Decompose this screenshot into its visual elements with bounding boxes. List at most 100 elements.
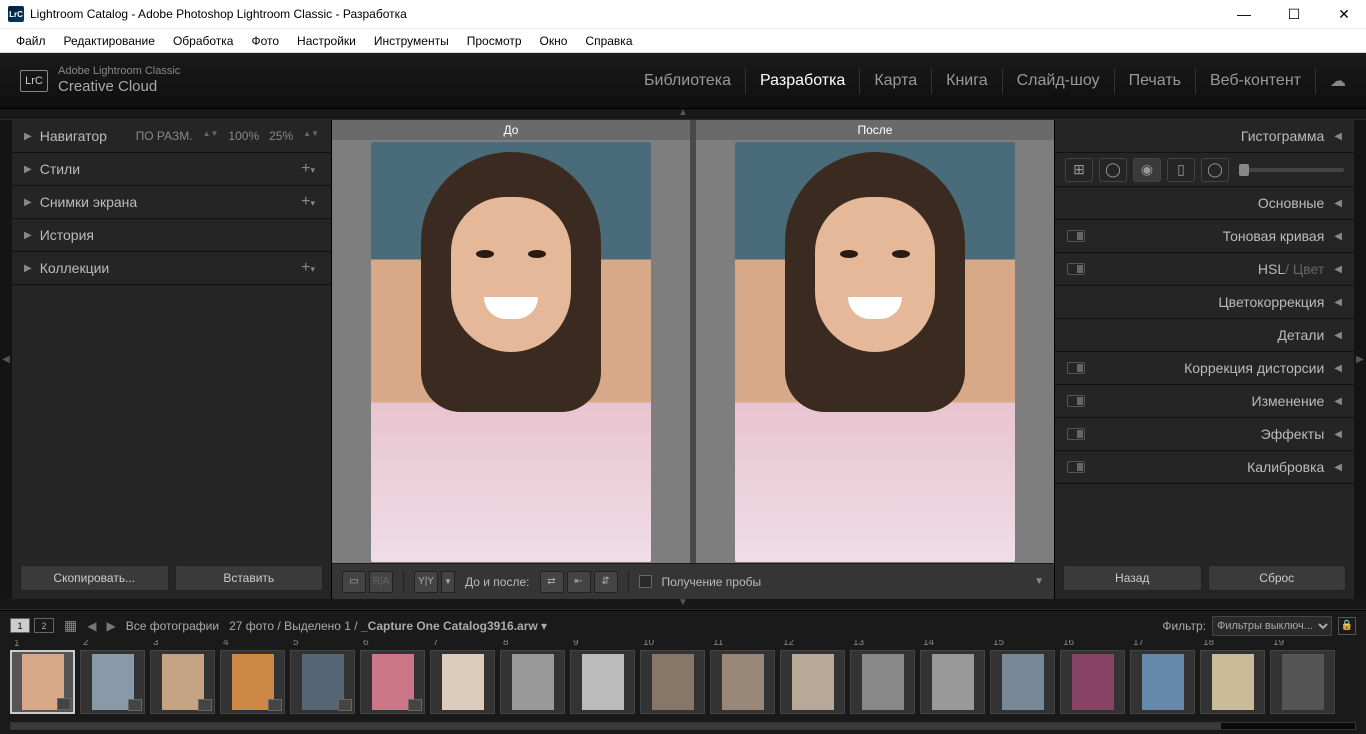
back-button[interactable]: Назад [1063,565,1202,591]
thumbnail[interactable]: 8 [500,650,565,714]
filter-lock-icon[interactable]: 🔒 [1338,617,1356,635]
thumbnail[interactable]: 3 [150,650,215,714]
thumbnail[interactable]: 18 [1200,650,1265,714]
histogram-header[interactable]: Гистограмма ◀ [1055,120,1354,152]
before-after-yy-button[interactable]: Y|Y [414,571,438,593]
thumbnail[interactable]: 19 [1270,650,1335,714]
thumbnail[interactable]: 9 [570,650,635,714]
close-button[interactable]: ✕ [1330,6,1358,23]
menu-Инструменты[interactable]: Инструменты [366,32,457,50]
thumbnail[interactable]: 14 [920,650,985,714]
thumbnail[interactable]: 16 [1060,650,1125,714]
before-after-menu-icon[interactable]: ▼ [441,571,455,593]
panel-Коллекции[interactable]: ▶Коллекции+▾ [12,252,331,284]
add-icon[interactable]: +▾ [301,193,319,211]
soft-proof-checkbox[interactable] [639,575,652,588]
heal-tool-icon[interactable]: ◯ [1099,158,1127,182]
panel-Эффекты[interactable]: Эффекты◀ [1055,418,1354,450]
panel-Цветокоррекция[interactable]: Цветокоррекция◀ [1055,286,1354,318]
panel-Стили[interactable]: ▶Стили+▾ [12,153,331,185]
thumbnail[interactable]: 11 [710,650,775,714]
filmstrip-scrollbar[interactable] [0,720,1366,734]
module-Веб-контент[interactable]: Веб-контент [1196,68,1316,94]
add-icon[interactable]: +▾ [301,160,319,178]
thumbnail[interactable]: 5 [290,650,355,714]
loupe-view-button[interactable]: ▭ [342,571,366,593]
cloud-sync-icon[interactable]: ☁ [1330,71,1346,91]
gradient-tool-icon[interactable]: ▯ [1167,158,1195,182]
reset-button[interactable]: Сброс [1208,565,1347,591]
module-Слайд-шоу[interactable]: Слайд-шоу [1003,68,1115,94]
crop-tool-icon[interactable]: ⊞ [1065,158,1093,182]
panel-Основные[interactable]: Основные◀ [1055,187,1354,219]
toolbar-options-icon[interactable]: ▼ [1034,576,1044,587]
thumbnail[interactable]: 7 [430,650,495,714]
menu-Фото[interactable]: Фото [243,32,287,50]
bottom-reveal-handle[interactable]: ▼ [0,599,1366,610]
panel-switch[interactable] [1067,230,1085,242]
module-Печать[interactable]: Печать [1115,68,1196,94]
source-label[interactable]: Все фотографии [126,619,219,633]
navigator-fit[interactable]: ПО РАЗМ. [136,129,193,143]
menu-Настройки[interactable]: Настройки [289,32,364,50]
minimize-button[interactable]: — [1230,6,1258,23]
right-edge-handle[interactable]: ▶ [1354,120,1366,599]
add-icon[interactable]: +▾ [301,259,319,277]
left-edge-handle[interactable]: ◀ [0,120,12,599]
copy-both-button[interactable]: ⇵ [594,571,618,593]
panel-switch[interactable] [1067,461,1085,473]
menu-Редактирование[interactable]: Редактирование [56,32,163,50]
navigator-zoom-100[interactable]: 100% [228,129,259,143]
secondary-monitor-button[interactable]: 2 [34,618,54,633]
menu-Окно[interactable]: Окно [532,32,576,50]
copy-left-button[interactable]: ⇤ [567,571,591,593]
primary-monitor-button[interactable]: 1 [10,618,30,633]
panel-Снимки экрана[interactable]: ▶Снимки экрана+▾ [12,186,331,218]
ref-view-button[interactable]: R|A [369,571,393,593]
panel-Тоновая кривая[interactable]: Тоновая кривая◀ [1055,220,1354,252]
panel-switch[interactable] [1067,395,1085,407]
panel-История[interactable]: ▶История [12,219,331,251]
top-reveal-handle[interactable]: ▲ [0,109,1366,120]
thumbnail[interactable]: 12 [780,650,845,714]
swap-button[interactable]: ⇄ [540,571,564,593]
filmstrip[interactable]: 12345678910111213141516171819 [0,640,1366,720]
paste-settings-button[interactable]: Вставить [175,565,324,591]
grid-view-icon[interactable]: ▦ [64,617,77,634]
module-Книга[interactable]: Книга [932,68,1002,94]
thumbnail[interactable]: 13 [850,650,915,714]
menu-Файл[interactable]: Файл [8,32,54,50]
panel-Детали[interactable]: Детали◀ [1055,319,1354,351]
thumbnail[interactable]: 4 [220,650,285,714]
thumbnail[interactable]: 1 [10,650,75,714]
navigator-zoom-25[interactable]: 25% [269,129,293,143]
copy-settings-button[interactable]: Скопировать... [20,565,169,591]
thumbnail[interactable]: 15 [990,650,1055,714]
nav-back-icon[interactable]: ◀ [87,619,96,633]
panel-Коррекция дисторсии[interactable]: Коррекция дисторсии◀ [1055,352,1354,384]
after-image[interactable] [696,140,1054,563]
menu-Просмотр[interactable]: Просмотр [459,32,530,50]
module-Карта[interactable]: Карта [860,68,932,94]
mask-slider[interactable] [1239,168,1344,172]
thumbnail[interactable]: 10 [640,650,705,714]
panel-Калибровка[interactable]: Калибровка◀ [1055,451,1354,483]
navigator-header[interactable]: ▶ Навигатор ПО РАЗМ.▲▼ 100% 25%▲▼ [12,120,331,152]
module-Разработка[interactable]: Разработка [746,68,860,94]
filter-select[interactable]: Фильтры выключ... [1212,616,1332,636]
module-Библиотека[interactable]: Библиотека [630,68,746,94]
redeye-tool-icon[interactable]: ◉ [1133,158,1161,182]
panel-switch[interactable] [1067,263,1085,275]
panel-switch[interactable] [1067,428,1085,440]
maximize-button[interactable]: ☐ [1280,6,1308,23]
panel-HSL[interactable]: HSL / Цвет◀ [1055,253,1354,285]
thumbnail[interactable]: 6 [360,650,425,714]
menu-Обработка[interactable]: Обработка [165,32,242,50]
before-image[interactable] [332,140,690,563]
panel-Изменение[interactable]: Изменение◀ [1055,385,1354,417]
thumbnail[interactable]: 17 [1130,650,1195,714]
radial-tool-icon[interactable]: ◯ [1201,158,1229,182]
thumbnail[interactable]: 2 [80,650,145,714]
menu-Справка[interactable]: Справка [577,32,640,50]
nav-forward-icon[interactable]: ▶ [106,619,115,633]
